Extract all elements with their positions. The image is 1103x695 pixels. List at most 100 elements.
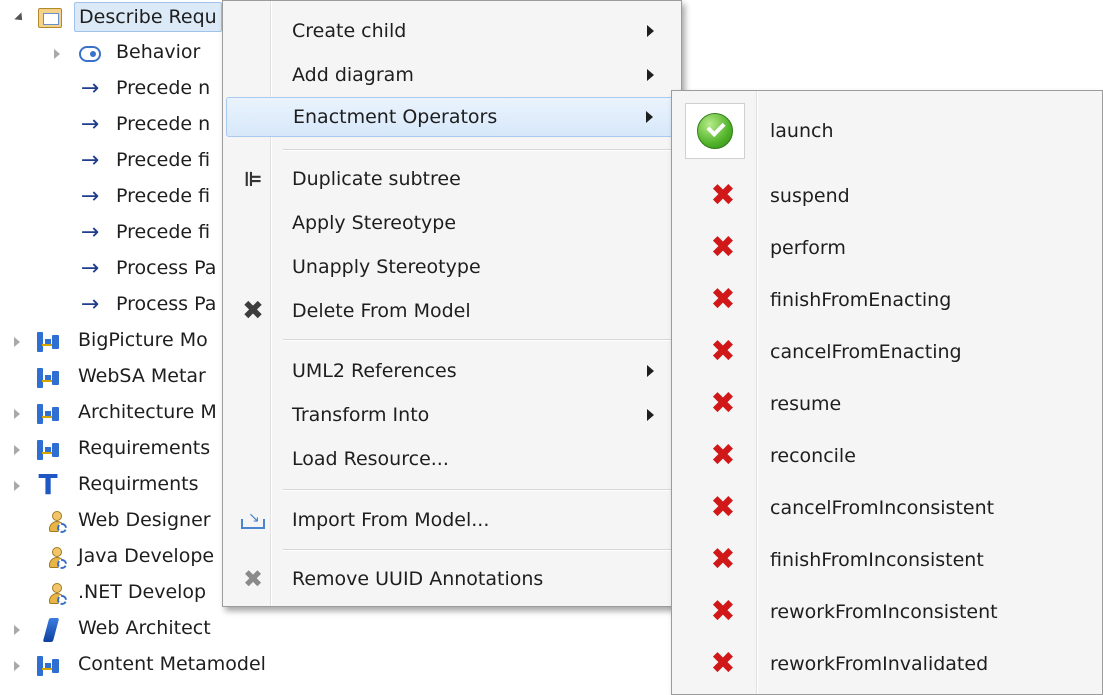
collapsed-twisty-icon[interactable] — [10, 479, 24, 493]
menu-item-label: Create child — [292, 20, 407, 42]
red-x-icon: ✖ — [710, 438, 736, 473]
red-x-icon: ✖ — [710, 386, 736, 421]
menu-item-reconcile[interactable]: ✖ reconcile — [675, 431, 1099, 481]
menu-separator — [283, 489, 673, 491]
tree-item-label: Precede n — [116, 113, 211, 135]
menu-separator — [283, 339, 673, 341]
menu-item-cancel-from-enacting[interactable]: ✖ cancelFromEnacting — [675, 327, 1099, 377]
text-T-icon: T — [38, 468, 58, 501]
menu-item-apply-stereotype[interactable]: Apply Stereotype — [226, 203, 678, 243]
collapsed-twisty-icon[interactable] — [10, 623, 24, 637]
menu-item-label: perform — [770, 237, 846, 259]
menu-item-perform[interactable]: ✖ perform — [675, 223, 1099, 273]
red-x-icon: ✖ — [710, 646, 736, 681]
menu-item-rework-from-inconsistent[interactable]: ✖ reworkFromInconsistent — [675, 587, 1099, 637]
submenu-arrow-icon — [647, 69, 654, 81]
menu-item-label: finishFromEnacting — [770, 289, 952, 311]
tree-item-label: Describe Requ — [74, 2, 222, 32]
submenu-arrow-icon — [646, 111, 653, 123]
collapsed-twisty-icon[interactable] — [50, 47, 64, 61]
collapsed-twisty-icon[interactable] — [10, 335, 24, 349]
tree-item-label: Java Develope — [78, 545, 215, 567]
web-architect-icon — [38, 617, 64, 643]
expanded-twisty-icon[interactable] — [13, 11, 27, 25]
duplicate-subtree-icon: ⊫ — [243, 167, 263, 191]
tree-item-label: Requirements — [78, 437, 211, 459]
menu-item-suspend[interactable]: ✖ suspend — [675, 171, 1099, 221]
submenu-arrow-icon — [647, 25, 654, 37]
menu-item-resume[interactable]: ✖ resume — [675, 379, 1099, 429]
tree-item-label: Requirments — [78, 473, 199, 495]
red-x-icon: ✖ — [710, 594, 736, 629]
context-menu: Create child Add diagram Enactment Opera… — [222, 0, 682, 607]
menu-item-import-from-model[interactable]: ↘ Import From Model... — [226, 500, 678, 540]
red-x-icon: ✖ — [710, 230, 736, 265]
menu-item-label: Enactment Operators — [293, 106, 498, 128]
tree-item-label: Web Architect — [78, 617, 211, 639]
red-x-icon: ✖ — [710, 542, 736, 577]
tree-item-label: Content Metamodel — [78, 653, 266, 675]
menu-item-create-child[interactable]: Create child — [226, 11, 678, 51]
tree-item-label: Web Designer — [78, 509, 211, 531]
menu-item-launch[interactable]: launch — [675, 103, 1099, 159]
arrow-right-icon: → — [80, 76, 100, 101]
delete-icon: ✖ — [242, 296, 264, 326]
red-x-icon: ✖ — [710, 490, 736, 525]
tree-item-label: Precede fi — [116, 221, 211, 243]
menu-item-label: cancelFromInconsistent — [770, 497, 995, 519]
menu-item-transform-into[interactable]: Transform Into — [226, 395, 678, 435]
tree-item-label: Precede fi — [116, 149, 211, 171]
submenu-arrow-icon — [647, 409, 654, 421]
tree-item-label: Process Pa — [116, 257, 217, 279]
arrow-right-icon: → — [80, 148, 100, 173]
remove-icon: ✖ — [242, 565, 264, 593]
menu-item-label: cancelFromEnacting — [770, 341, 962, 363]
tree-item-label: Process Pa — [116, 293, 217, 315]
arrow-right-icon: → — [80, 256, 100, 281]
arrow-right-icon: → — [80, 292, 100, 317]
menu-item-label: Delete From Model — [292, 300, 471, 322]
menu-item-cancel-from-inconsistent[interactable]: ✖ cancelFromInconsistent — [675, 483, 1099, 533]
menu-item-label: reworkFromInconsistent — [770, 601, 998, 623]
tree-item-label: BigPicture Mo — [78, 329, 208, 351]
model-icon — [35, 437, 61, 463]
menu-item-label: launch — [770, 120, 834, 142]
tree-item-label: WebSA Metar — [78, 365, 206, 387]
menu-item-finish-from-enacting[interactable]: ✖ finishFromEnacting — [675, 275, 1099, 325]
collapsed-twisty-icon[interactable] — [10, 407, 24, 421]
menu-item-duplicate-subtree[interactable]: ⊫ Duplicate subtree — [226, 159, 678, 199]
enactment-operators-submenu: launch ✖ suspend ✖ perform ✖ finishFromE… — [671, 90, 1103, 695]
behavior-icon — [77, 41, 103, 67]
menu-item-rework-from-invalidated[interactable]: ✖ reworkFromInvalidated — [675, 639, 1099, 689]
model-icon — [35, 365, 61, 391]
tree-item-label: .NET Develop — [78, 581, 207, 603]
menu-item-uml2-references[interactable]: UML2 References — [226, 351, 678, 391]
menu-item-enactment-operators[interactable]: Enactment Operators — [226, 97, 678, 137]
requirement-diagram-icon — [37, 5, 63, 31]
menu-separator — [283, 149, 673, 151]
menu-item-label: finishFromInconsistent — [770, 549, 984, 571]
menu-item-finish-from-inconsistent[interactable]: ✖ finishFromInconsistent — [675, 535, 1099, 585]
menu-item-remove-uuid-annotations[interactable]: ✖ Remove UUID Annotations — [226, 559, 678, 599]
menu-item-unapply-stereotype[interactable]: Unapply Stereotype — [226, 247, 678, 287]
model-icon — [35, 329, 61, 355]
collapsed-twisty-icon[interactable] — [10, 659, 24, 673]
arrow-right-icon: → — [80, 184, 100, 209]
red-x-icon: ✖ — [710, 334, 736, 369]
menu-item-label: Unapply Stereotype — [292, 256, 481, 278]
collapsed-twisty-icon[interactable] — [10, 443, 24, 457]
menu-item-load-resource[interactable]: Load Resource... — [226, 439, 678, 479]
arrow-right-icon: → — [80, 220, 100, 245]
menu-item-label: reworkFromInvalidated — [770, 653, 989, 675]
tree-item-label: Precede n — [116, 77, 211, 99]
role-icon — [44, 545, 70, 571]
menu-item-label: Remove UUID Annotations — [292, 568, 544, 590]
role-icon — [44, 581, 70, 607]
arrow-right-icon: → — [80, 112, 100, 137]
menu-item-label: Apply Stereotype — [292, 212, 457, 234]
menu-item-delete-from-model[interactable]: ✖ Delete From Model — [226, 291, 678, 331]
role-icon — [44, 509, 70, 535]
menu-item-add-diagram[interactable]: Add diagram — [226, 55, 678, 95]
menu-separator — [283, 549, 673, 551]
menu-item-label: Transform Into — [292, 404, 430, 426]
